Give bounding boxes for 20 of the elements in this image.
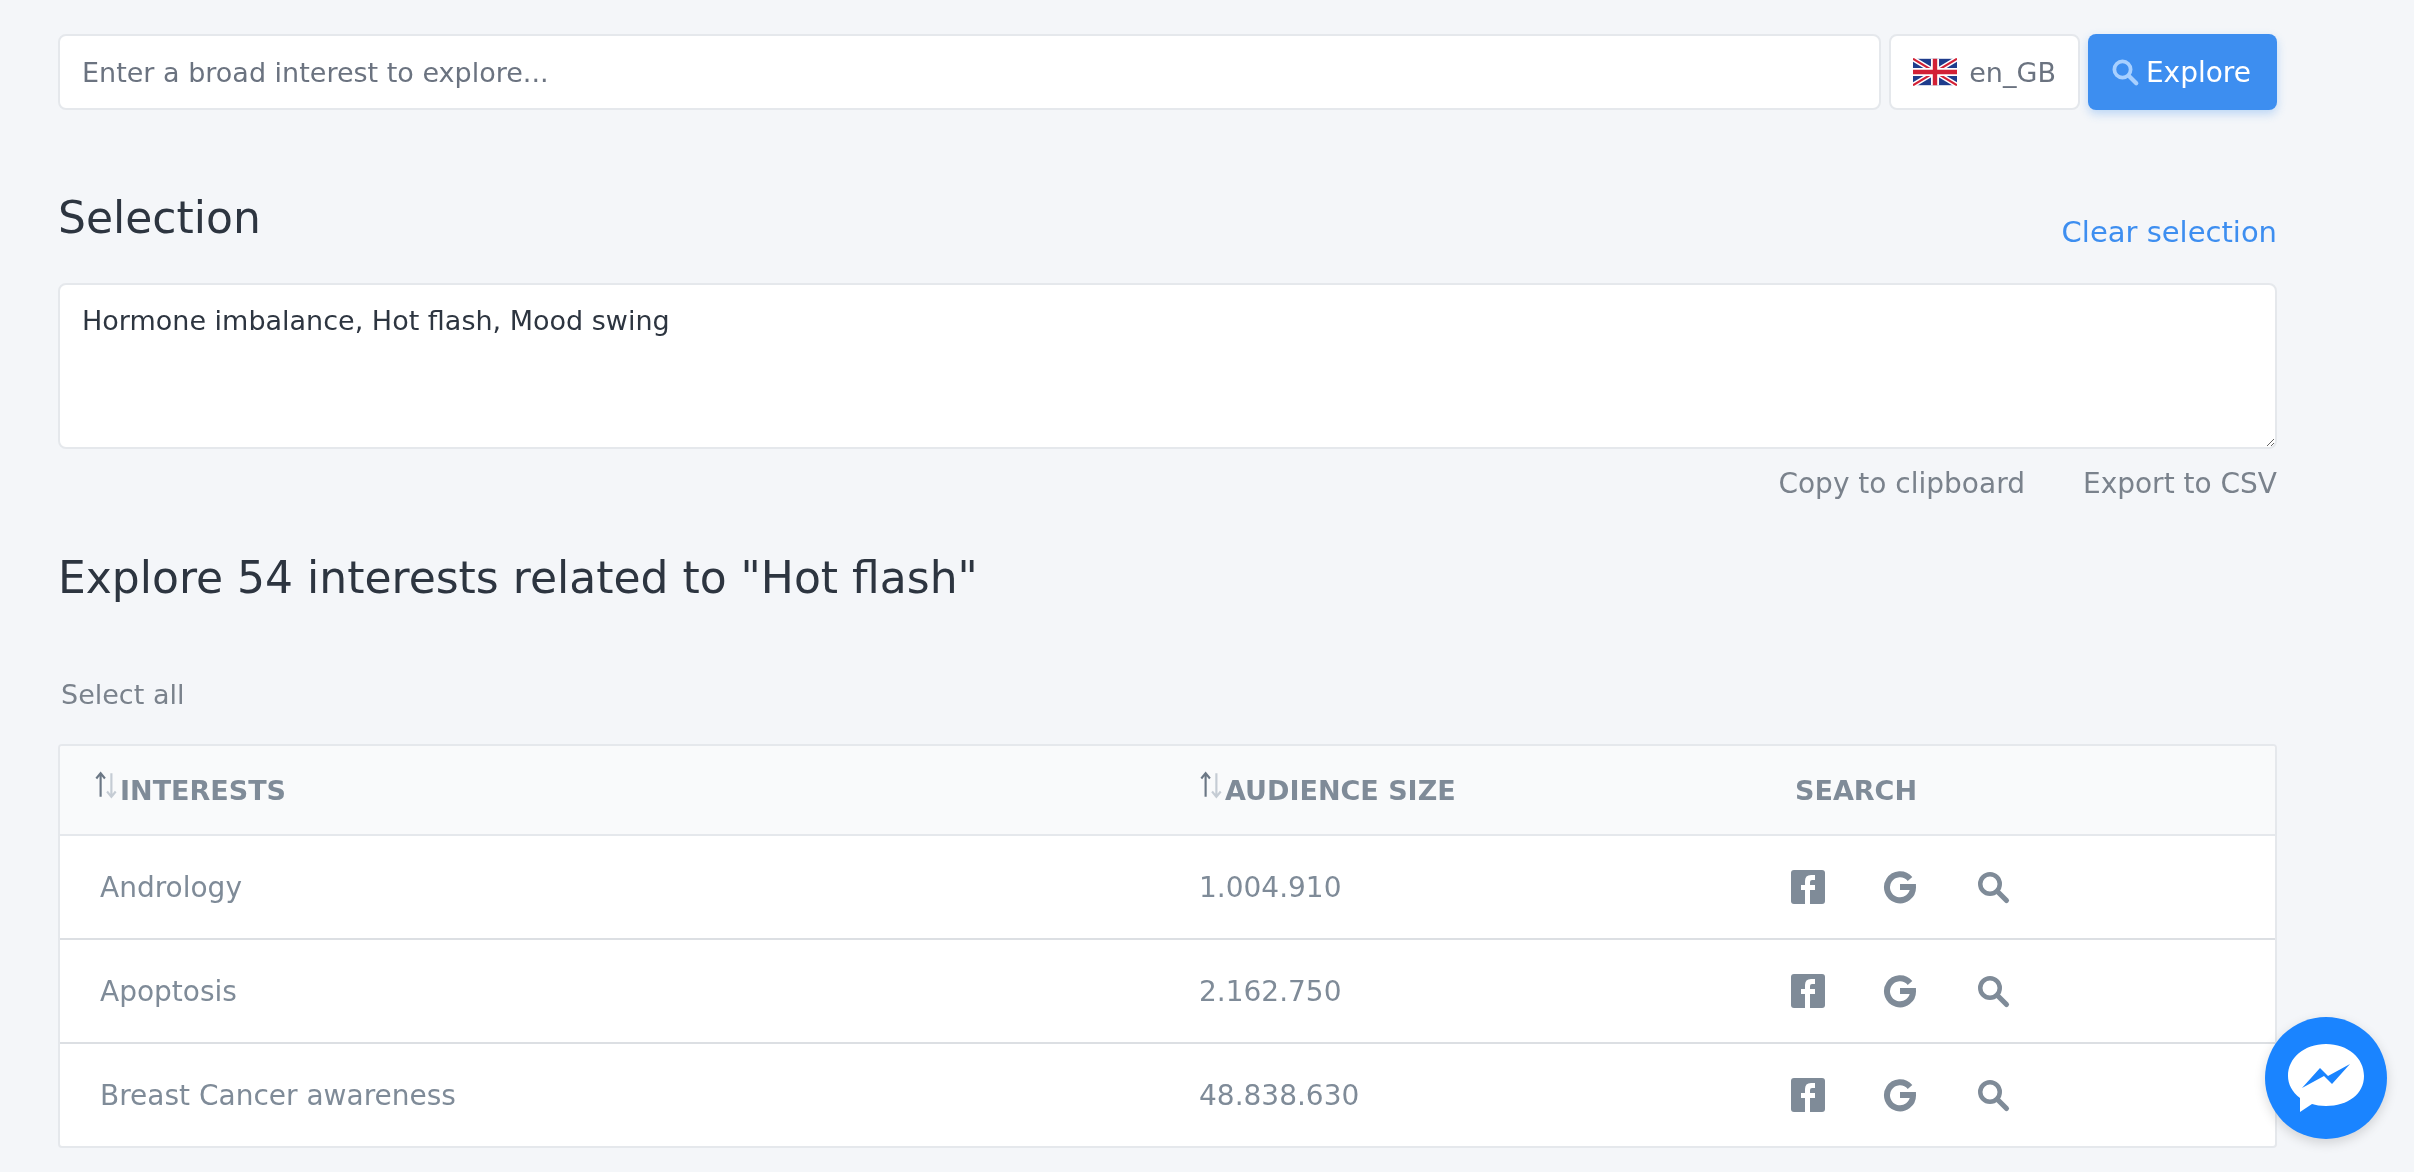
interest-cell-text: Breast Cancer awareness <box>99 1077 457 1114</box>
audience-cell-text: 48.838.630 <box>1198 1077 1361 1114</box>
select-all-link[interactable]: Select all <box>61 679 185 710</box>
interest-cell-text: Apoptosis <box>99 973 238 1010</box>
section-title: Selection <box>58 192 261 243</box>
column-header[interactable]: INTERESTS <box>60 746 1159 834</box>
action-link[interactable]: Copy to clipboard <box>1778 467 2025 500</box>
locale-label: en_GB <box>1969 56 2056 88</box>
section-title: Explore 54 interests related to "Hot flash" <box>58 552 979 603</box>
search-field[interactable]: Enter a broad interest to explore... <box>58 34 1882 110</box>
column-header[interactable]: SEARCH <box>1755 746 2275 834</box>
clear-selection-link[interactable]: Clear selection <box>2061 215 2277 249</box>
audience-cell-text: 2.162.750 <box>1198 973 1343 1010</box>
selection-textarea[interactable]: Hormone imbalance, Hot flash, Mood swing <box>58 283 2277 449</box>
interest-cell-text: Andrology <box>99 869 243 906</box>
audience-cell-text: 1.004.910 <box>1198 869 1343 906</box>
action-link[interactable]: Export to CSV <box>2082 467 2277 500</box>
column-header[interactable]: AUDIENCE SIZE <box>1159 746 1755 834</box>
locale-selector[interactable]: en_GB <box>1889 34 2080 110</box>
explore-button[interactable]: Explore <box>2087 34 2277 110</box>
